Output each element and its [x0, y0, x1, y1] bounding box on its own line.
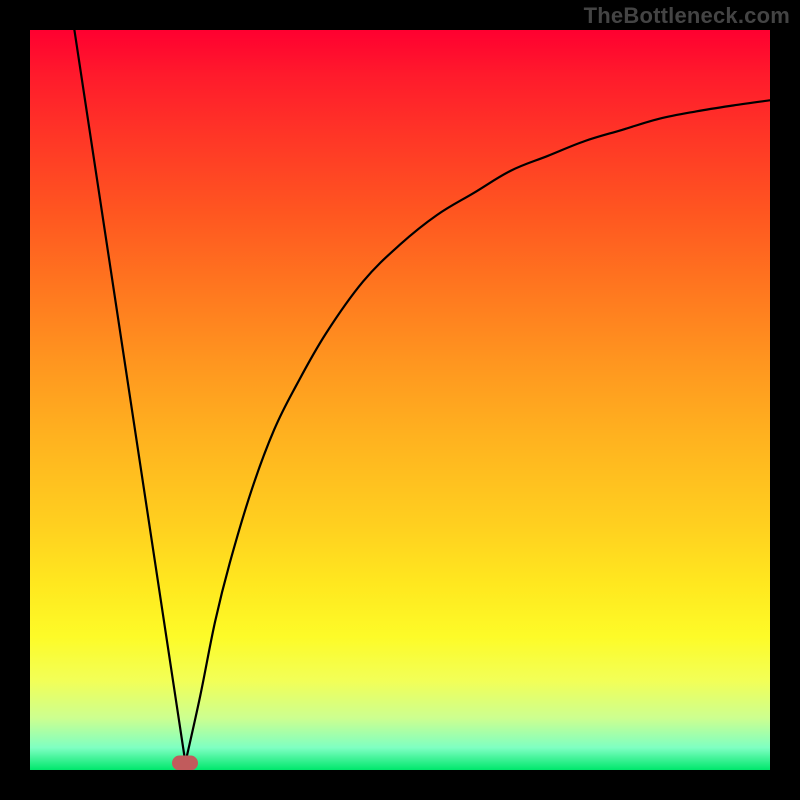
bottleneck-marker-icon — [172, 755, 198, 770]
chart-curve — [30, 30, 770, 770]
watermark-text: TheBottleneck.com — [584, 3, 790, 29]
chart-frame: TheBottleneck.com — [0, 0, 800, 800]
plot-area — [30, 30, 770, 770]
